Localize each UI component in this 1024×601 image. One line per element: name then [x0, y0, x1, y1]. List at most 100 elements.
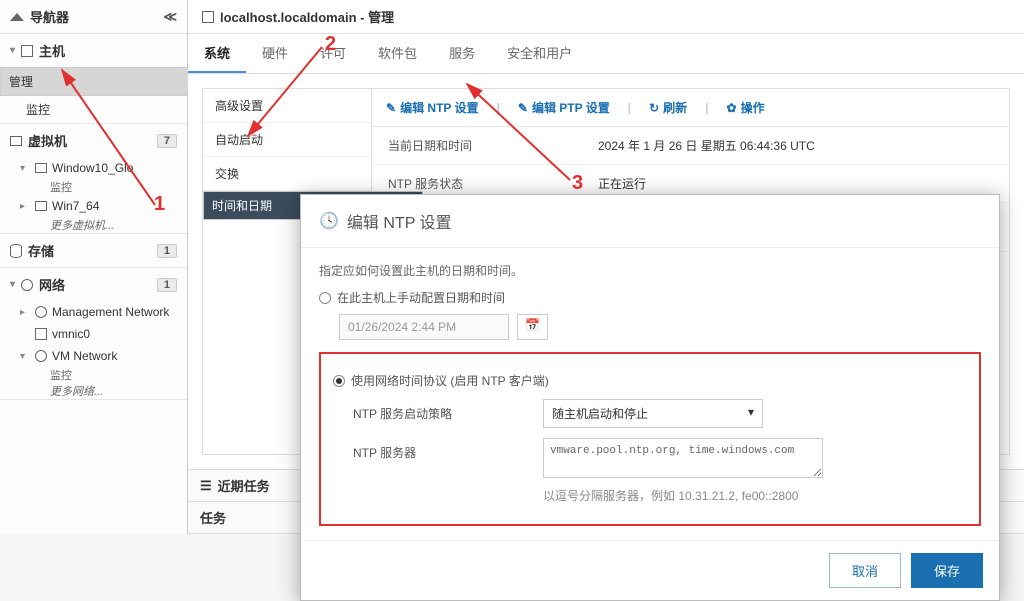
subnav-swap[interactable]: 交换: [203, 157, 371, 191]
radio-ntp-label: 使用网络时间协议 (启用 NTP 客户端): [351, 372, 549, 389]
cancel-button[interactable]: 取消: [829, 553, 901, 588]
chevron-down-icon: ▾: [20, 351, 30, 362]
toolbar: ✎ 编辑 NTP 设置 | ✎ 编辑 PTP 设置 | ↻ 刷新 |: [372, 89, 1009, 127]
tasks-label: 任务: [200, 508, 226, 527]
calendar-icon[interactable]: 📅: [517, 314, 548, 340]
host-icon: [202, 11, 214, 23]
subnav-advanced[interactable]: 高级设置: [203, 89, 371, 123]
vm-name: Window10_Glo: [52, 161, 133, 175]
policy-value: 随主机启动和停止: [552, 405, 648, 422]
dialog-title: 编辑 NTP 设置: [347, 209, 452, 233]
net-item-mgmt[interactable]: ▸ Management Network: [0, 301, 187, 323]
sidebar-network-section[interactable]: ▾ 网络 1: [0, 268, 187, 301]
network-label: 网络: [39, 275, 65, 294]
vm-more[interactable]: 更多虚拟机...: [0, 217, 187, 233]
net-item-vmnic0[interactable]: vmnic0: [0, 323, 187, 345]
chevron-right-icon: ▸: [20, 307, 30, 318]
subnav-autostart[interactable]: 自动启动: [203, 123, 371, 157]
chevron-down-icon: ▾: [10, 279, 15, 290]
highlighted-section: 使用网络时间协议 (启用 NTP 客户端) NTP 服务启动策略 随主机启动和停…: [319, 352, 981, 526]
edit-ptp-label: 编辑 PTP 设置: [532, 99, 610, 116]
storage-label: 存储: [28, 241, 54, 260]
sidebar-item-manage[interactable]: 管理: [0, 67, 220, 96]
vm-item-window10[interactable]: ▾ Window10_Glo: [0, 157, 187, 179]
current-time-label: 当前日期和时间: [372, 127, 582, 164]
annotation-3: 3: [572, 172, 583, 195]
sidebar-storage-section[interactable]: 存储 1: [0, 234, 187, 267]
vm-name: Win7_64: [52, 199, 99, 213]
tab-services[interactable]: 服务: [433, 34, 491, 73]
annotation-1: 1: [154, 193, 165, 216]
net-item-vmnetwork[interactable]: ▾ VM Network: [0, 345, 187, 367]
dialog-footer: 取消 保存: [301, 540, 999, 600]
servers-help: 以逗号分隔服务器，例如 10.31.21.2, fe00::2800: [543, 487, 967, 504]
dialog-header: 🕓 编辑 NTP 设置: [301, 195, 999, 248]
host-icon: [21, 45, 33, 57]
servers-textarea[interactable]: [543, 438, 823, 478]
vm-icon: [35, 163, 47, 173]
radio-icon: [319, 292, 331, 304]
actions-label: 操作: [741, 99, 765, 116]
save-button[interactable]: 保存: [911, 553, 983, 588]
storage-icon: [10, 244, 22, 258]
current-time-value: 2024 年 1 月 26 日 星期五 06:44:36 UTC: [582, 127, 1009, 164]
page-title: localhost.localdomain - 管理: [220, 7, 394, 26]
separator: |: [628, 101, 631, 115]
edit-ptp-button[interactable]: ✎ 编辑 PTP 设置: [518, 99, 610, 116]
chevron-down-icon: ▾: [748, 405, 754, 422]
edit-ntp-dialog: 🕓 编辑 NTP 设置 指定应如何设置此主机的日期和时间。 在此主机上手动配置日…: [300, 194, 1000, 601]
tab-security[interactable]: 安全和用户: [491, 34, 588, 73]
chevron-down-icon: ▾: [20, 163, 30, 174]
pencil-icon: ✎: [518, 101, 528, 115]
sidebar-host-section[interactable]: ▾ 主机: [0, 34, 187, 67]
navigator-sidebar: 导航器 ≪ ▾ 主机 管理 监控 虚拟机 7 ▾ Window10_Glo: [0, 0, 188, 534]
refresh-icon: ↻: [649, 101, 659, 115]
refresh-button[interactable]: ↻ 刷新: [649, 99, 687, 116]
vm-icon: [10, 136, 22, 146]
vm-count-badge: 7: [157, 134, 177, 148]
list-icon: ☰: [200, 478, 212, 494]
servers-label: NTP 服务器: [333, 438, 543, 461]
dialog-description: 指定应如何设置此主机的日期和时间。: [319, 262, 981, 279]
radio-ntp[interactable]: 使用网络时间协议 (启用 NTP 客户端): [333, 372, 967, 389]
net-child-monitor[interactable]: 监控: [0, 367, 187, 383]
sidebar-item-monitor[interactable]: 监控: [0, 96, 187, 123]
gear-icon: ✿: [727, 101, 737, 115]
title-bar: localhost.localdomain - 管理: [188, 0, 1024, 34]
actions-button[interactable]: ✿ 操作: [727, 99, 765, 116]
net-more[interactable]: 更多网络...: [0, 383, 187, 399]
network-icon: [35, 306, 47, 318]
nic-icon: [35, 328, 47, 340]
network-count-badge: 1: [157, 278, 177, 292]
recent-tasks-label: 近期任务: [218, 476, 270, 495]
separator: |: [705, 101, 708, 115]
edit-ntp-label: 编辑 NTP 设置: [400, 99, 478, 116]
radio-icon: [333, 375, 345, 387]
network-icon: [35, 350, 47, 362]
navigator-title: 导航器: [30, 7, 69, 26]
sidebar-vm-section[interactable]: 虚拟机 7: [0, 124, 187, 157]
net-name: vmnic0: [52, 327, 90, 341]
chevron-right-icon: ▸: [20, 201, 30, 212]
chevron-down-icon: ▾: [10, 45, 15, 56]
edit-ntp-button[interactable]: ✎ 编辑 NTP 设置: [386, 99, 479, 116]
vm-icon: [35, 201, 47, 211]
radio-manual[interactable]: 在此主机上手动配置日期和时间: [319, 289, 981, 306]
tab-hardware[interactable]: 硬件: [246, 34, 304, 73]
net-name: VM Network: [52, 349, 117, 363]
collapse-icon[interactable]: ≪: [163, 9, 177, 25]
net-name: Management Network: [52, 305, 169, 319]
separator: |: [497, 101, 500, 115]
pencil-icon: ✎: [386, 101, 396, 115]
tab-bar: 系统 硬件 许可 软件包 服务 安全和用户: [188, 34, 1024, 74]
tab-packages[interactable]: 软件包: [362, 34, 433, 73]
annotation-2: 2: [325, 33, 336, 56]
refresh-label: 刷新: [663, 99, 687, 116]
tab-system[interactable]: 系统: [188, 34, 246, 73]
home-icon: [10, 13, 24, 21]
datetime-input[interactable]: [339, 314, 509, 340]
host-label: 主机: [39, 41, 65, 60]
policy-select[interactable]: 随主机启动和停止 ▾: [543, 399, 763, 428]
clock-icon: 🕓: [319, 211, 339, 231]
sidebar-header: 导航器 ≪: [0, 0, 187, 34]
